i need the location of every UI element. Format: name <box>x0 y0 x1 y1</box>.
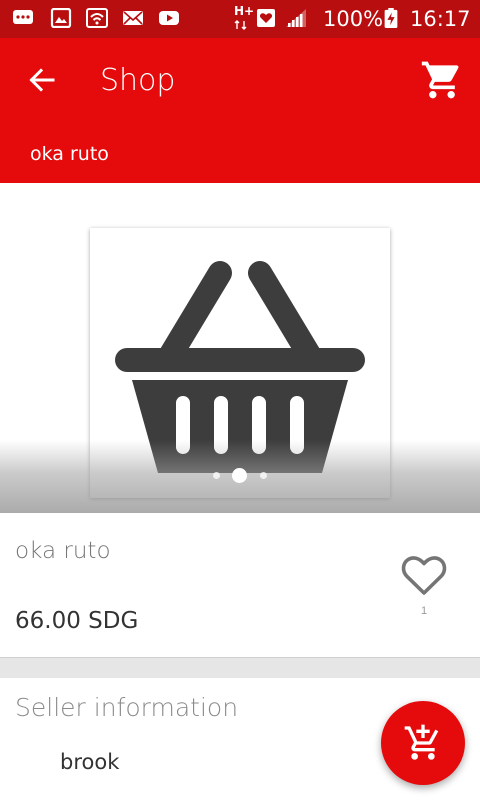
page-dot-active[interactable] <box>232 468 247 483</box>
seller-name[interactable]: brook <box>60 750 119 774</box>
product-name: oka ruto <box>15 538 111 564</box>
arrow-back-icon <box>29 68 55 92</box>
battery-charging-icon <box>384 8 398 28</box>
product-price: 66.00 SDG <box>15 608 139 634</box>
favorite-count: 1 <box>420 605 428 617</box>
heart-outline-icon <box>401 556 447 595</box>
page-dot[interactable] <box>213 472 220 479</box>
battery-percent: 100% <box>323 7 384 31</box>
app-bar: Shop oka ruto <box>0 38 480 183</box>
message-icon <box>13 10 33 24</box>
add-to-cart-button[interactable] <box>381 701 465 785</box>
back-button[interactable] <box>22 60 62 100</box>
page-dot[interactable] <box>260 472 267 479</box>
signal-icon <box>286 9 306 27</box>
gallery-page-indicator <box>0 468 480 483</box>
product-subtitle: oka ruto <box>30 143 109 165</box>
product-image-gallery[interactable] <box>0 183 480 513</box>
heart-notification-icon <box>257 9 275 27</box>
image-icon <box>50 8 72 28</box>
youtube-icon <box>159 11 179 25</box>
wifi-icon <box>86 8 108 28</box>
add-to-cart-icon <box>404 724 439 760</box>
seller-section-title: Seller information <box>15 693 239 722</box>
shopping-cart-icon <box>421 61 459 99</box>
email-icon <box>123 11 143 25</box>
network-type-label: H+ <box>234 4 255 18</box>
page-title: Shop <box>100 63 176 98</box>
clock: 16:17 <box>410 7 471 31</box>
status-bar: H+ 100% 16:17 <box>0 0 480 38</box>
section-divider <box>0 658 480 678</box>
cart-button[interactable] <box>420 58 464 102</box>
data-arrows-icon <box>234 20 247 30</box>
product-info: oka ruto 66.00 SDG 1 <box>0 513 480 658</box>
favorite-button[interactable] <box>400 553 448 597</box>
